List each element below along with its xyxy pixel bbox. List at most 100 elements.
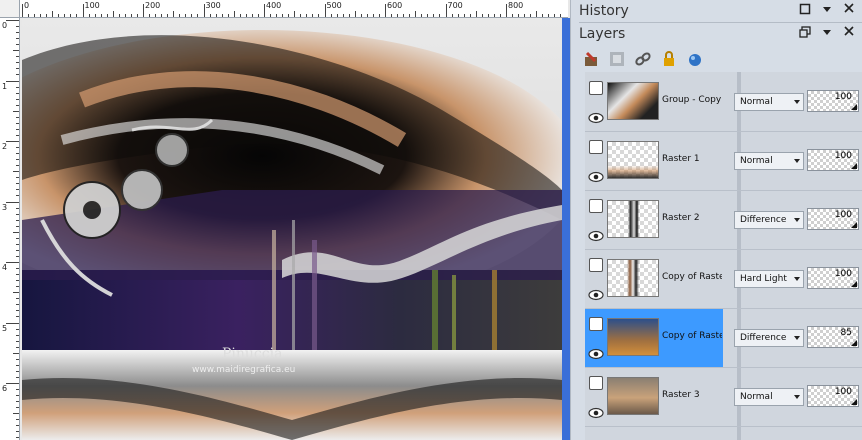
image-canvas[interactable]: Pinuccia www.maidiregrafica.eu bbox=[22, 20, 562, 440]
layer-row[interactable]: Group - Copy of Normal 100 bbox=[585, 73, 862, 132]
layer-toggle-icon[interactable] bbox=[589, 258, 603, 272]
layer-toggle-icon[interactable] bbox=[589, 140, 603, 154]
mask-icon[interactable] bbox=[685, 49, 705, 69]
blend-mode-dropdown[interactable]: Hard Light bbox=[734, 270, 804, 288]
ruler-left-minor-tick bbox=[13, 110, 19, 112]
ruler-top-label: 100 bbox=[84, 1, 100, 10]
ruler-top[interactable]: 0 100 200 300 400 500 600 700 800 bbox=[20, 0, 568, 18]
close-icon[interactable] bbox=[842, 26, 856, 40]
close-icon[interactable] bbox=[842, 3, 856, 17]
menu-arrow-icon[interactable] bbox=[820, 26, 834, 40]
ruler-top-minor-tick bbox=[378, 14, 380, 17]
restore-window-icon[interactable] bbox=[798, 3, 812, 17]
opacity-slider[interactable]: 100 bbox=[807, 267, 859, 289]
ruler-top-minor-tick bbox=[161, 14, 163, 17]
eye-icon[interactable] bbox=[588, 168, 604, 183]
right-panels: History Layers Group - Copy Normal 100 R… bbox=[570, 0, 862, 440]
properties-icon[interactable] bbox=[607, 49, 627, 69]
eye-icon[interactable] bbox=[588, 227, 604, 242]
lock-icon[interactable] bbox=[659, 49, 679, 69]
ruler-top-minor-tick bbox=[439, 14, 441, 17]
layer-name[interactable]: Copy of Raster bbox=[662, 331, 722, 341]
layer-item[interactable]: Copy of Raster bbox=[585, 250, 723, 308]
ruler-top-major-tick bbox=[506, 4, 507, 17]
slider-handle-icon bbox=[851, 222, 857, 228]
ruler-left-minor-tick bbox=[16, 74, 19, 76]
ruler-top-minor-tick bbox=[270, 14, 272, 17]
layer-name[interactable]: Raster 3 bbox=[662, 390, 722, 400]
opacity-slider[interactable]: 100 bbox=[807, 208, 859, 230]
blend-mode-dropdown[interactable]: Difference bbox=[734, 329, 804, 347]
layer-item[interactable]: Raster 3 bbox=[585, 368, 723, 426]
ruler-top-minor-tick bbox=[427, 14, 429, 17]
layer-name[interactable]: Copy of Raster bbox=[662, 272, 722, 282]
vertical-scrollbar[interactable] bbox=[562, 18, 570, 440]
new-layer-icon[interactable] bbox=[581, 49, 601, 69]
menu-arrow-icon[interactable] bbox=[820, 3, 834, 17]
opacity-slider[interactable]: 85 bbox=[807, 326, 859, 348]
layer-thumbnail bbox=[607, 318, 659, 356]
eye-icon[interactable] bbox=[588, 109, 604, 124]
ruler-left-label: 0 bbox=[2, 21, 8, 30]
eye-icon[interactable] bbox=[588, 286, 604, 301]
ruler-left-major-tick bbox=[6, 20, 19, 21]
ruler-left-major-tick bbox=[6, 141, 19, 142]
layer-row[interactable]: Raster 3 Normal 100 bbox=[585, 368, 862, 427]
layer-name[interactable]: Raster 1 bbox=[662, 154, 722, 164]
ruler-corner bbox=[0, 0, 20, 18]
ruler-left-label: 6 bbox=[2, 384, 8, 393]
layer-row[interactable]: Copy of Raster Difference 85 bbox=[585, 309, 862, 368]
blend-mode-dropdown[interactable]: Difference bbox=[734, 211, 804, 229]
layer-row[interactable]: Raster 2 Difference 100 bbox=[585, 191, 862, 250]
layers-panel-header[interactable]: Layers bbox=[579, 22, 862, 44]
ruler-top-minor-tick bbox=[227, 14, 229, 17]
layer-toggle-icon[interactable] bbox=[589, 81, 603, 95]
layer-item[interactable]: Raster 2 bbox=[585, 191, 723, 249]
slider-handle-icon bbox=[851, 281, 857, 287]
layer-name[interactable]: Group - Copy of bbox=[662, 95, 722, 105]
eye-icon[interactable] bbox=[588, 345, 604, 360]
ruler-left-minor-tick bbox=[16, 86, 19, 88]
ruler-left-minor-tick bbox=[16, 286, 19, 288]
chevron-down-icon bbox=[794, 395, 800, 399]
blend-mode-value: Normal bbox=[740, 156, 773, 166]
ruler-top-minor-tick bbox=[173, 11, 175, 17]
ruler-left-minor-tick bbox=[16, 249, 19, 251]
history-panel-header[interactable]: History bbox=[579, 0, 862, 22]
blend-mode-dropdown[interactable]: Normal bbox=[734, 152, 804, 170]
layer-toggle-icon[interactable] bbox=[589, 376, 603, 390]
ruler-left[interactable]: 0 1 2 3 4 5 6 bbox=[0, 18, 20, 440]
ruler-left-minor-tick bbox=[16, 389, 19, 391]
blend-mode-dropdown[interactable]: Normal bbox=[734, 93, 804, 111]
layer-toggle-icon[interactable] bbox=[589, 199, 603, 213]
ruler-left-minor-tick bbox=[16, 116, 19, 118]
link-icon[interactable] bbox=[633, 49, 653, 69]
ruler-left-minor-tick bbox=[16, 122, 19, 124]
float-window-icon[interactable] bbox=[798, 26, 812, 40]
ruler-left-minor-tick bbox=[16, 437, 19, 439]
eye-icon[interactable] bbox=[588, 404, 604, 419]
blend-mode-dropdown[interactable]: Normal bbox=[734, 388, 804, 406]
ruler-top-label: 0 bbox=[24, 1, 30, 10]
opacity-slider[interactable]: 100 bbox=[807, 385, 859, 407]
ruler-left-minor-tick bbox=[13, 171, 19, 173]
layer-item[interactable]: Group - Copy of bbox=[585, 73, 723, 131]
layer-item[interactable]: Copy of Raster bbox=[585, 309, 723, 367]
ruler-top-minor-tick bbox=[469, 14, 471, 17]
ruler-top-major-tick bbox=[385, 4, 386, 17]
ruler-left-minor-tick bbox=[16, 195, 19, 197]
app-window: 0 100 200 300 400 500 600 700 800 0 1 2 3 4 5 6 bbox=[0, 0, 862, 440]
ruler-top-label: 200 bbox=[145, 1, 161, 10]
layer-toggle-icon[interactable] bbox=[589, 317, 603, 331]
layer-row[interactable]: Raster 1 Normal 100 bbox=[585, 132, 862, 191]
ruler-top-minor-tick bbox=[300, 14, 302, 17]
opacity-slider[interactable]: 100 bbox=[807, 149, 859, 171]
ruler-left-label: 5 bbox=[2, 323, 8, 333]
layer-item[interactable]: Raster 1 bbox=[585, 132, 723, 190]
layer-name[interactable]: Raster 2 bbox=[662, 213, 722, 223]
ruler-top-label: 500 bbox=[326, 1, 342, 10]
opacity-value: 100 bbox=[834, 151, 852, 161]
opacity-slider[interactable]: 100 bbox=[807, 90, 859, 112]
layer-row[interactable]: Copy of Raster Hard Light 100 bbox=[585, 250, 862, 309]
ruler-top-minor-tick bbox=[487, 14, 489, 17]
